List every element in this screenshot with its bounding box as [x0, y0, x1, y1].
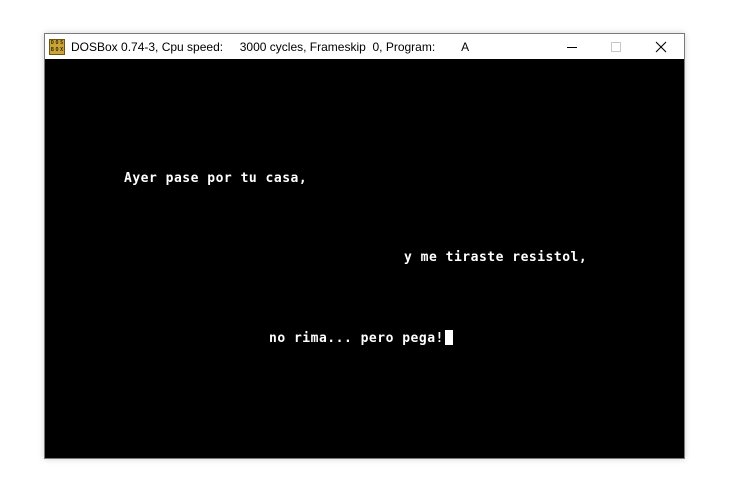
dosbox-window: DOSBOX DOSBox 0.74-3, Cpu speed: 3000 cy… — [44, 33, 685, 459]
screen-line-3: no rima... pero pega! — [269, 330, 453, 346]
title-bar[interactable]: DOSBOX DOSBox 0.74-3, Cpu speed: 3000 cy… — [45, 34, 684, 59]
dosbox-icon[interactable]: DOSBOX — [49, 38, 65, 55]
text-cursor — [444, 330, 453, 345]
maximize-icon — [611, 41, 621, 52]
screen-line-3-text: no rima... pero pega! — [269, 331, 444, 346]
screen-line-1: Ayer pase por tu casa, — [124, 171, 308, 186]
minimize-button[interactable] — [549, 34, 595, 59]
close-icon — [655, 41, 667, 52]
dos-screen[interactable]: Ayer pase por tu casa, y me tiraste resi… — [45, 59, 684, 458]
maximize-button[interactable] — [593, 34, 639, 59]
window-title: DOSBox 0.74-3, Cpu speed: 3000 cycles, F… — [71, 39, 470, 54]
close-button[interactable] — [638, 34, 684, 59]
minimize-icon — [567, 46, 577, 48]
screen-line-2: y me tiraste resistol, — [404, 250, 588, 265]
